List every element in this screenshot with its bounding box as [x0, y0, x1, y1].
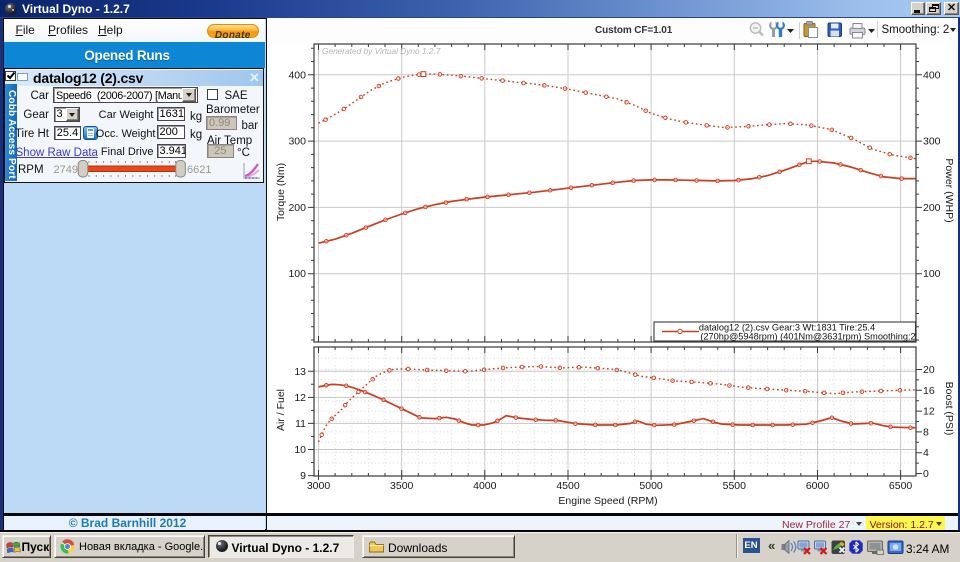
svg-text:6000: 6000 [806, 480, 830, 492]
svg-text:10: 10 [294, 444, 306, 456]
svg-text:3500: 3500 [390, 480, 414, 492]
svg-text:200: 200 [923, 202, 941, 214]
svg-text:Generated by Virtual Dyno 1.2.: Generated by Virtual Dyno 1.2.7 [322, 46, 441, 56]
svg-text:20: 20 [923, 364, 935, 376]
svg-text:4500: 4500 [556, 480, 580, 492]
svg-text:5000: 5000 [639, 480, 663, 492]
svg-text:Boost (PSI): Boost (PSI) [943, 382, 955, 436]
svg-text:4000: 4000 [473, 480, 497, 492]
svg-text:400: 400 [923, 69, 941, 81]
svg-text:Power (WHP): Power (WHP) [943, 158, 955, 222]
svg-text:6500: 6500 [889, 480, 913, 492]
svg-text:0: 0 [923, 468, 929, 480]
svg-text:100: 100 [288, 268, 306, 280]
svg-text:16: 16 [923, 385, 935, 397]
svg-text:5500: 5500 [723, 480, 747, 492]
svg-text:Engine Speed (RPM): Engine Speed (RPM) [558, 495, 657, 507]
svg-text:3000: 3000 [307, 480, 331, 492]
svg-text:9: 9 [300, 470, 306, 482]
svg-text:8: 8 [923, 426, 929, 438]
svg-text:Torque (Nm): Torque (Nm) [275, 163, 287, 221]
svg-text:13: 13 [294, 366, 306, 378]
svg-text:(270hp@5948rpm) (401Nm@3631rpm: (270hp@5948rpm) (401Nm@3631rpm) Smoothin… [700, 331, 915, 341]
svg-text:300: 300 [923, 136, 941, 148]
svg-text:4: 4 [923, 447, 929, 459]
svg-text:100: 100 [923, 268, 941, 280]
svg-text:11: 11 [295, 418, 306, 430]
svg-text:200: 200 [288, 202, 306, 214]
svg-text:12: 12 [923, 406, 935, 418]
svg-text:Air / Fuel: Air / Fuel [275, 389, 287, 431]
svg-text:12: 12 [294, 392, 306, 404]
svg-text:400: 400 [288, 69, 306, 81]
svg-text:300: 300 [288, 136, 306, 148]
